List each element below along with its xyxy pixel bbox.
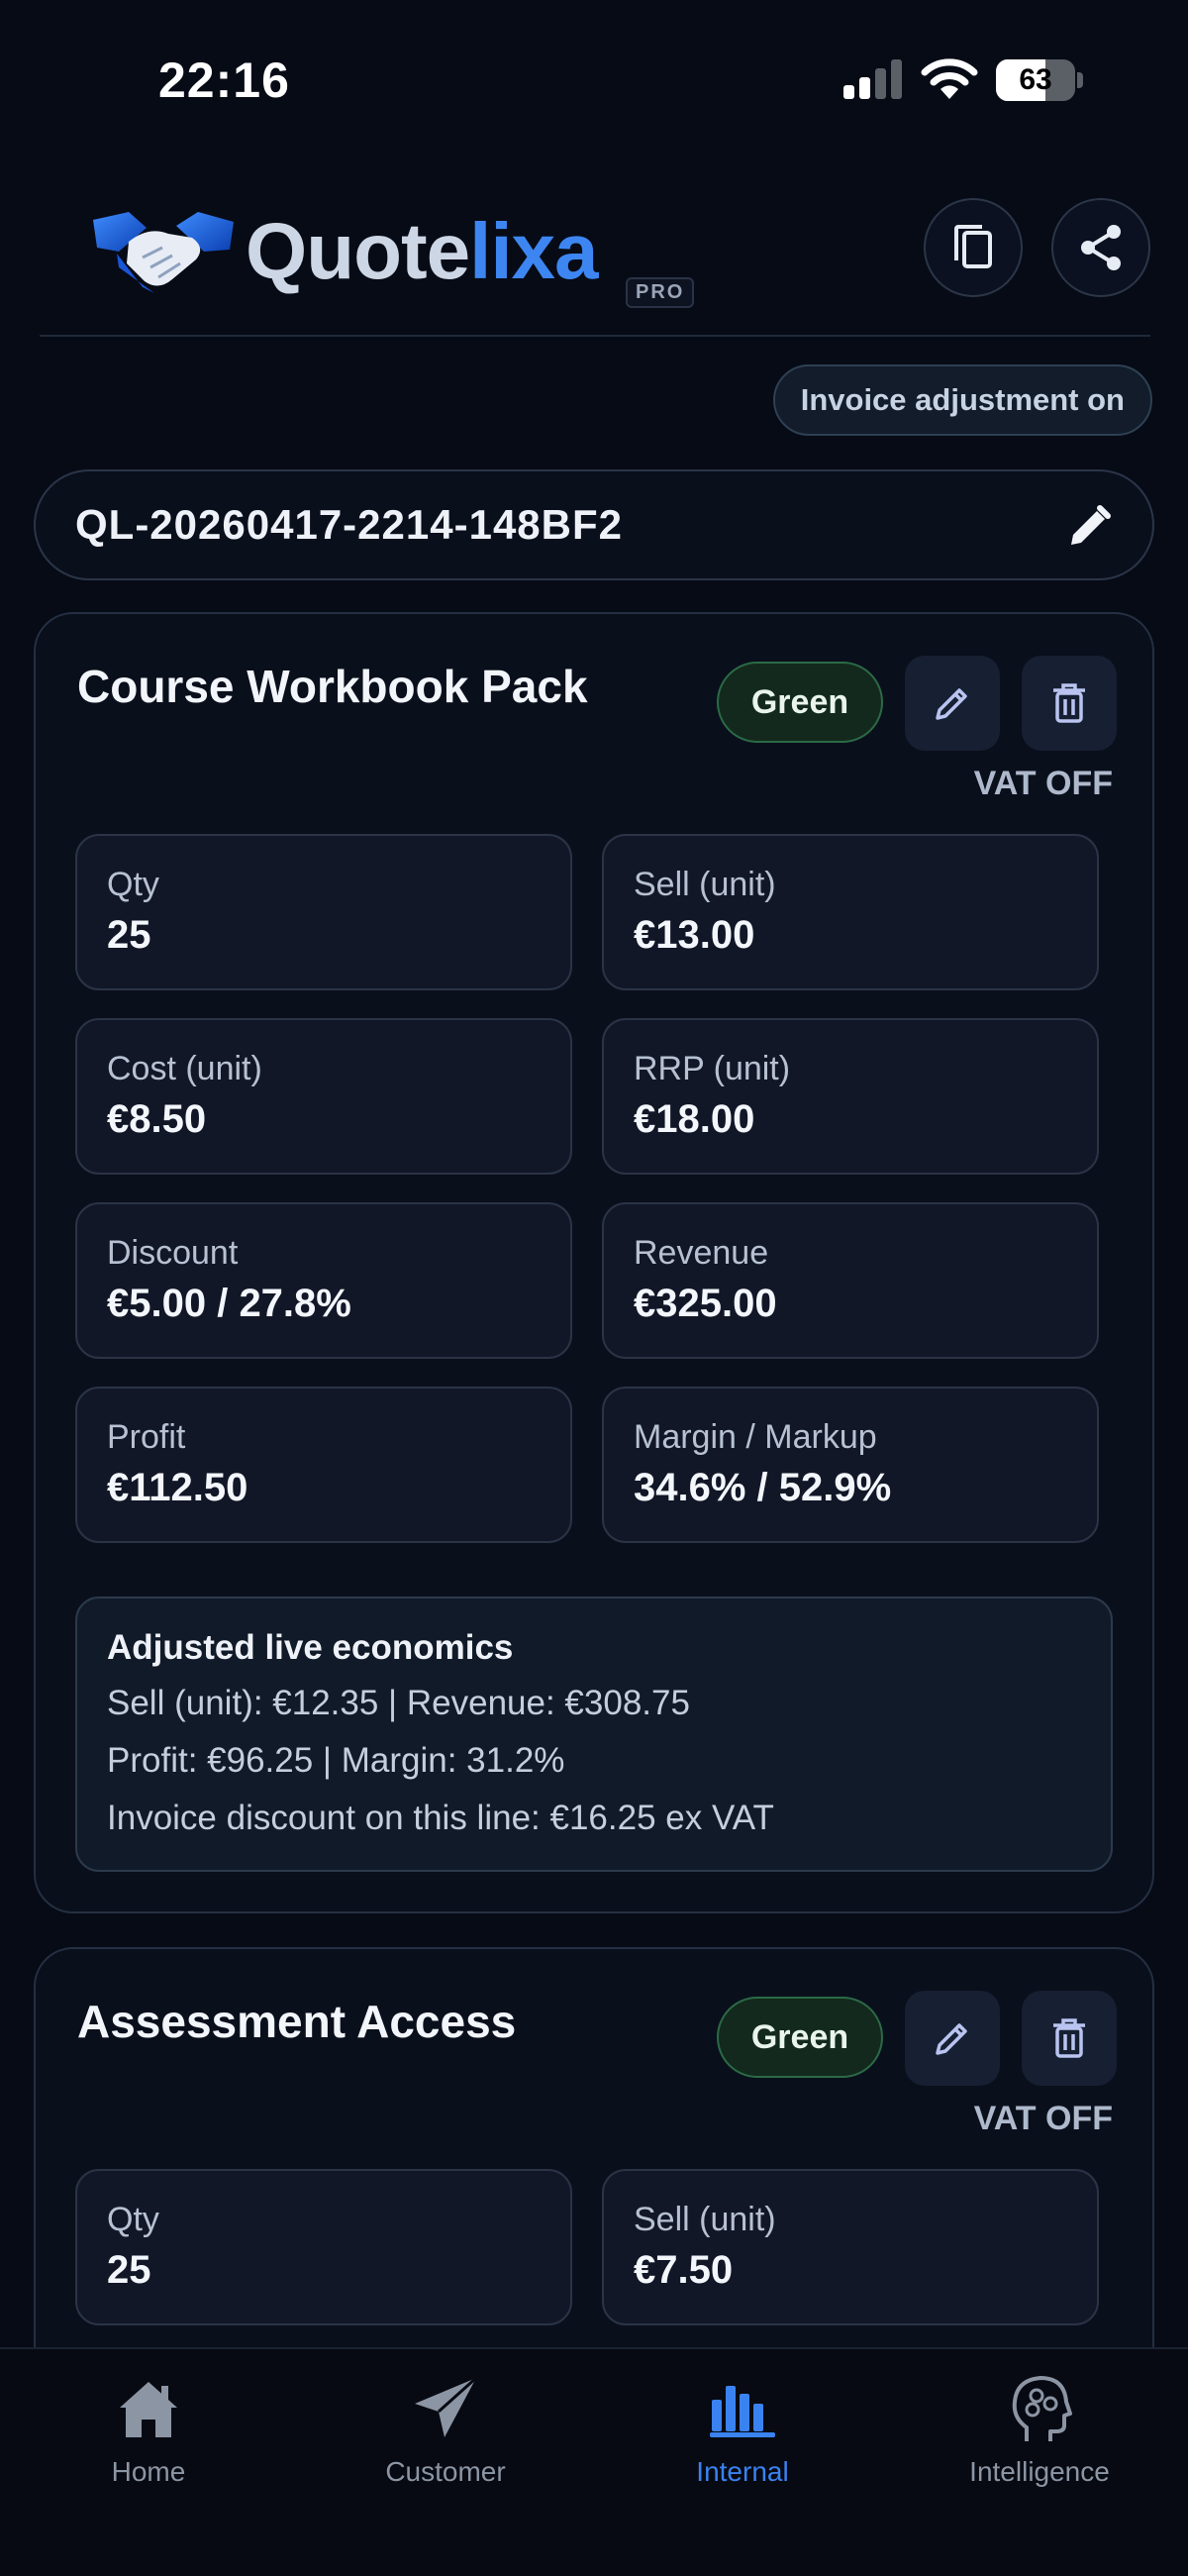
wifi-icon (921, 58, 978, 99)
trash-icon (1053, 2018, 1085, 2058)
metric-sell-unit: Sell (unit) €13.00 (602, 834, 1099, 990)
line-item-card: Course Workbook Pack Green VAT OFF Qty 2… (34, 612, 1154, 1913)
pencil-icon (936, 2023, 967, 2055)
copy-icon (954, 225, 992, 268)
adjusted-line: Invoice discount on this line: €16.25 ex… (107, 1799, 774, 1837)
copy-button[interactable] (924, 198, 1023, 297)
item-title: Assessment Access (77, 1996, 517, 2047)
battery-icon: 63 (996, 59, 1083, 101)
app-header: Quotelixa PRO (40, 188, 1150, 337)
metric-discount: Discount €5.00 / 27.8% (75, 1202, 572, 1359)
vat-status: VAT OFF (973, 765, 1113, 802)
share-icon (1081, 225, 1121, 270)
brain-head-icon (1012, 2376, 1072, 2441)
delete-item-button[interactable] (1022, 1991, 1117, 2086)
pencil-icon[interactable] (1065, 503, 1113, 551)
metric-cost-unit: Cost (unit) €8.50 (75, 1018, 572, 1175)
trash-icon (1053, 683, 1085, 723)
adjusted-line: Profit: €96.25 | Margin: 31.2% (107, 1741, 565, 1780)
handshake-logo-icon (93, 212, 234, 293)
metric-sell-unit: Sell (unit) €7.50 (602, 2169, 1099, 2325)
tab-customer[interactable]: Customer (297, 2369, 594, 2498)
app-logo: Quotelixa PRO (89, 200, 695, 309)
metric-revenue: Revenue €325.00 (602, 1202, 1099, 1359)
status-badge[interactable]: Green (717, 662, 883, 743)
vat-status: VAT OFF (973, 2100, 1113, 2137)
home-icon (120, 2382, 177, 2437)
paper-plane-icon (415, 2376, 478, 2437)
tab-intelligence[interactable]: Intelligence (891, 2369, 1188, 2498)
metric-rrp-unit: RRP (unit) €18.00 (602, 1018, 1099, 1175)
status-badge[interactable]: Green (717, 1997, 883, 2078)
metric-margin-markup: Margin / Markup 34.6% / 52.9% (602, 1387, 1099, 1543)
metric-qty: Qty 25 (75, 834, 572, 990)
logo-wordmark: Quotelixa (246, 207, 599, 295)
quote-id-text: QL-20260417-2214-148BF2 (75, 501, 624, 548)
pro-badge: PRO (626, 277, 695, 308)
bar-chart-icon (710, 2386, 775, 2437)
cellular-signal-icon (843, 59, 902, 99)
share-button[interactable] (1051, 198, 1150, 297)
status-bar: 22:16 63 (0, 0, 1188, 158)
tab-internal[interactable]: Internal (594, 2369, 891, 2498)
adjusted-line: Sell (unit): €12.35 | Revenue: €308.75 (107, 1684, 690, 1722)
adjusted-economics-panel: Adjusted live economics Sell (unit): €12… (75, 1597, 1113, 1872)
bottom-tab-bar: Home Customer Internal Intelligence (0, 2347, 1188, 2576)
edit-item-button[interactable] (905, 1991, 1000, 2086)
metric-qty: Qty 25 (75, 2169, 572, 2325)
pencil-icon (936, 688, 967, 720)
edit-item-button[interactable] (905, 656, 1000, 751)
battery-level: 63 (1019, 63, 1052, 96)
item-title: Course Workbook Pack (77, 661, 588, 712)
status-time: 22:16 (158, 52, 290, 108)
tab-home[interactable]: Home (0, 2369, 297, 2498)
metric-profit: Profit €112.50 (75, 1387, 572, 1543)
adjusted-title: Adjusted live economics (107, 1628, 514, 1667)
invoice-adjustment-pill[interactable]: Invoice adjustment on (772, 364, 1152, 436)
delete-item-button[interactable] (1022, 656, 1117, 751)
quote-id-field[interactable]: QL-20260417-2214-148BF2 (34, 469, 1154, 580)
